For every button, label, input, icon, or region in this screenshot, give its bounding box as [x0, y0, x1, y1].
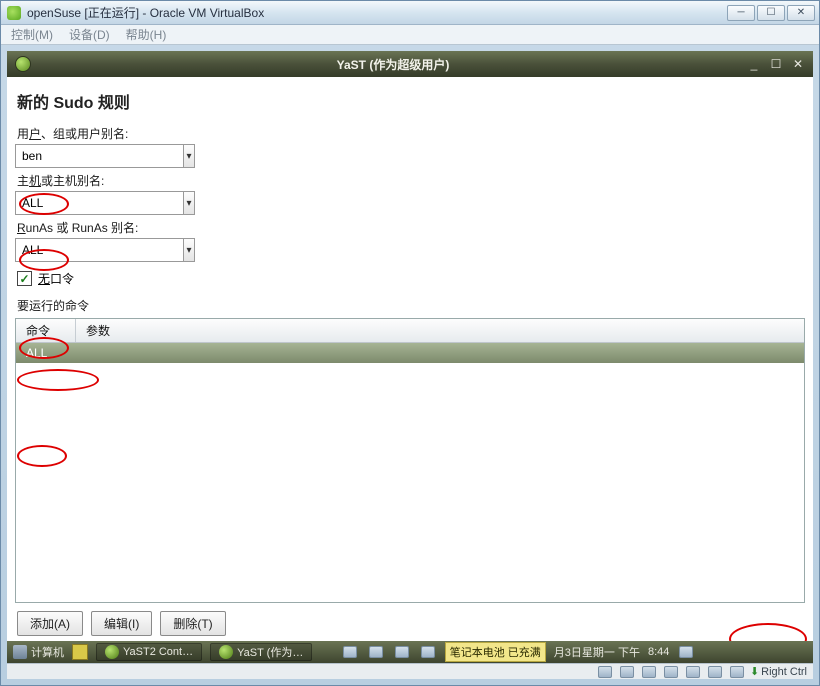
vm-statusbar: ⬇Right Ctrl	[7, 663, 813, 679]
commands-label: 要运行的命令	[17, 297, 805, 314]
tray-icon[interactable]	[395, 646, 409, 658]
yast-icon	[15, 56, 31, 72]
table-header: 命令 参数	[16, 319, 804, 343]
yast-max-button[interactable]: ☐	[769, 57, 783, 71]
vm-close-button[interactable]: ✕	[787, 5, 815, 21]
tray-icon[interactable]	[369, 646, 383, 658]
commands-table[interactable]: 命令 参数 ALL	[15, 318, 805, 603]
edit-button[interactable]: 编辑(I)	[91, 611, 152, 636]
runas-input[interactable]	[15, 238, 183, 262]
yast-titlebar: YaST (作为超级用户) _ ☐ ✕	[7, 51, 813, 77]
vm-title: openSuse [正在运行] - Oracle VM VirtualBox	[27, 4, 264, 21]
tray-icon[interactable]	[343, 646, 357, 658]
delete-button[interactable]: 删除(T)	[160, 611, 225, 636]
vm-menu-control[interactable]: 控制(M)	[11, 26, 53, 43]
add-button[interactable]: 添加(A)	[17, 611, 83, 636]
vm-min-button[interactable]: ─	[727, 5, 755, 21]
tray-icon[interactable]	[421, 646, 435, 658]
status-icon[interactable]	[620, 666, 634, 678]
runas-label: RunAs 或 RunAs 别名:	[17, 219, 805, 236]
status-icon[interactable]	[664, 666, 678, 678]
col-params: 参数	[76, 319, 804, 342]
yast-min-button[interactable]: _	[747, 57, 761, 71]
status-icon[interactable]	[598, 666, 612, 678]
host-label: 主机或主机别名:	[17, 172, 805, 189]
notes-icon[interactable]	[72, 644, 88, 660]
vm-max-button[interactable]: ☐	[757, 5, 785, 21]
page-title: 新的 Sudo 规则	[17, 89, 805, 113]
battery-status[interactable]: 笔记本电池 已充满	[445, 642, 546, 662]
host-key-indicator: ⬇Right Ctrl	[750, 665, 807, 678]
nopassword-checkbox[interactable]: ✓	[17, 271, 32, 286]
yast-title: YaST (作为超级用户)	[39, 56, 747, 73]
status-icon[interactable]	[708, 666, 722, 678]
opensuse-icon	[7, 6, 21, 20]
user-input[interactable]	[15, 144, 183, 168]
table-row[interactable]: ALL	[16, 343, 804, 363]
vm-menu-help[interactable]: 帮助(H)	[126, 26, 167, 43]
yast-close-button[interactable]: ✕	[791, 57, 805, 71]
runas-dropdown-button[interactable]: ▾	[183, 238, 195, 262]
task-yast-control[interactable]: YaST2 Cont…	[96, 643, 202, 661]
yast-window: YaST (作为超级用户) _ ☐ ✕ 新的 Sudo 规则 用户、组或用户别名…	[7, 51, 813, 679]
clock-time[interactable]: 8:44	[648, 646, 669, 658]
user-dropdown-button[interactable]: ▾	[183, 144, 195, 168]
user-label: 用户、组或用户别名:	[17, 125, 805, 142]
status-icon[interactable]	[642, 666, 656, 678]
clock-date[interactable]: 月3日星期一 下午	[554, 644, 640, 660]
vm-menu-device[interactable]: 设备(D)	[69, 26, 110, 43]
col-command: 命令	[16, 319, 76, 342]
vm-titlebar: openSuse [正在运行] - Oracle VM VirtualBox ─…	[1, 1, 819, 25]
tray-icon[interactable]	[679, 646, 693, 658]
nopassword-label: 无口令	[38, 270, 74, 287]
host-input[interactable]	[15, 191, 183, 215]
task-yast-root[interactable]: YaST (作为…	[210, 643, 312, 661]
computer-menu[interactable]: 计算机	[13, 644, 64, 660]
gnome-taskbar: 计算机 YaST2 Cont… YaST (作为… 笔记本电池 已充满 月3日星…	[7, 641, 813, 663]
status-icon[interactable]	[730, 666, 744, 678]
host-dropdown-button[interactable]: ▾	[183, 191, 195, 215]
status-icon[interactable]	[686, 666, 700, 678]
vm-menubar: 控制(M) 设备(D) 帮助(H)	[1, 25, 819, 45]
